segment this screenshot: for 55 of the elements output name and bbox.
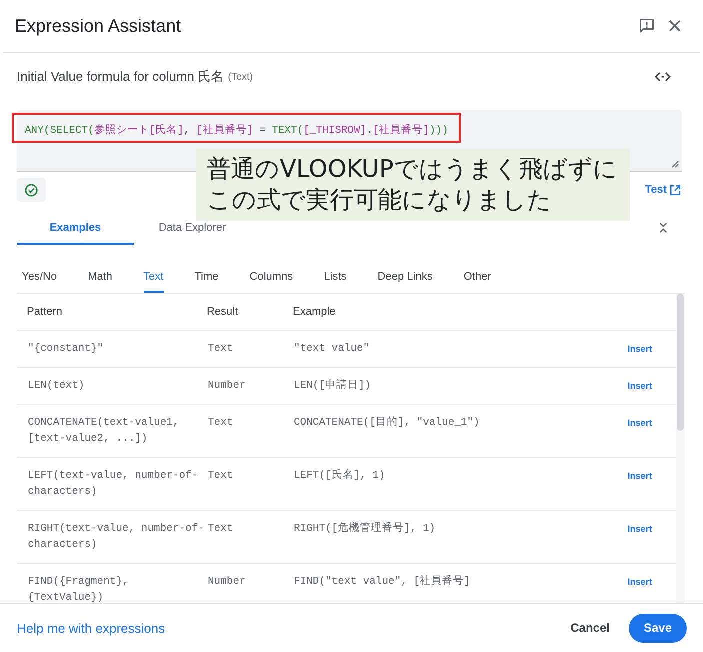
save-button[interactable]: Save — [629, 614, 687, 642]
table-cell-text: FIND("text value", [社員番号] — [294, 574, 472, 590]
category-tab[interactable]: Math — [88, 262, 113, 293]
chevrons-icon[interactable] — [659, 222, 668, 234]
validate-button[interactable] — [17, 178, 46, 202]
table-cell-text: FIND({Fragment}, {TextValue}) — [28, 575, 130, 603]
scrollbar-thumb[interactable] — [677, 294, 684, 431]
table-cell-text: Text — [208, 469, 234, 484]
dialog-title: Expression Assistant — [15, 16, 182, 36]
insert-button[interactable]: Insert — [628, 341, 652, 357]
table-cell-text: Text — [208, 416, 234, 431]
scrollbar-track[interactable] — [676, 294, 685, 603]
table-cell-text: LEN([申請日]) — [294, 378, 372, 394]
column-label: Initial Value formula for column 氏名 — [17, 68, 224, 86]
insert-button[interactable]: Insert — [628, 378, 652, 394]
table-cell-text: RIGHT(text-value, number-of-characters) — [28, 522, 206, 553]
category-tab[interactable]: Other — [464, 262, 492, 293]
tab[interactable]: Data Explorer — [134, 222, 251, 245]
close-icon[interactable] — [669, 20, 681, 32]
table-cell-text: LEFT(text-value, number-of-characters) — [28, 469, 200, 500]
table-cell-text: Number — [208, 379, 247, 394]
category-tab[interactable]: Deep Links — [378, 262, 433, 293]
feedback-icon[interactable] — [639, 18, 655, 34]
insert-button[interactable]: Insert — [628, 468, 652, 484]
table-cell-text: Text — [208, 342, 234, 357]
table-cell-text: CONCATENATE([目的], "value_1") — [294, 416, 481, 431]
column-header: Pattern — [27, 305, 64, 320]
insert-button[interactable]: Insert — [628, 521, 652, 537]
column-header: Result — [207, 305, 240, 320]
type-label: (Text) — [228, 72, 254, 82]
table-cell-text: Text — [208, 522, 234, 537]
annotation-text: この式で実行可能になりました — [207, 185, 553, 216]
formula-text: ANY(SELECT(参照シート[氏名], [社員番号] = TEXT([_THISROW].[社員番号]))) — [25, 123, 448, 139]
open-in-new-icon — [670, 184, 681, 196]
tab[interactable]: Examples — [17, 222, 134, 245]
table-cell-text: Number — [208, 575, 247, 590]
help-link[interactable]: Help me with expressions — [17, 620, 166, 636]
code-icon[interactable] — [655, 72, 671, 82]
table-cell-text: CONCATENATE(text-value1, [text-value2, ...]) — [28, 416, 180, 447]
table-cell-text: LEFT([氏名], 1) — [294, 468, 386, 484]
table-cell-text: LEN(text) — [28, 379, 86, 394]
test-link[interactable]: Test — [645, 184, 681, 196]
resize-handle-icon[interactable] — [672, 161, 679, 168]
category-tab[interactable]: Lists — [324, 262, 347, 293]
category-tab[interactable]: Columns — [250, 262, 294, 293]
category-tab[interactable]: Text — [144, 262, 164, 293]
category-tab[interactable]: Yes/No — [22, 262, 58, 293]
insert-button[interactable]: Insert — [628, 415, 652, 431]
cancel-button[interactable]: Cancel — [560, 613, 620, 643]
column-header: Example — [293, 305, 337, 320]
table-cell-text: "text value" — [294, 342, 371, 357]
insert-button[interactable]: Insert — [628, 574, 652, 590]
table-cell-text: "{constant}" — [28, 342, 105, 357]
category-tab[interactable]: Time — [194, 262, 219, 293]
table-cell-text: RIGHT([危機管理番号], 1) — [294, 521, 437, 537]
